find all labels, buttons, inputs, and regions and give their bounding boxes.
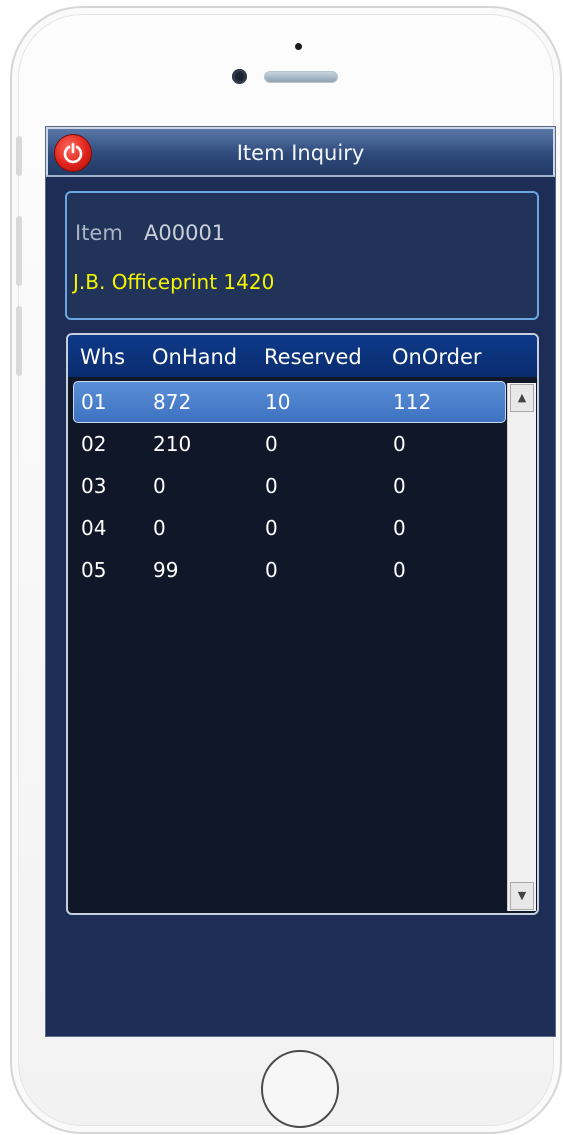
cell-onorder: 0 — [393, 558, 406, 582]
table-row[interactable]: 04 0 0 0 — [73, 508, 504, 548]
home-button[interactable] — [261, 1050, 339, 1128]
earpiece-speaker — [264, 71, 338, 83]
cell-onorder: 0 — [393, 432, 406, 456]
item-code: A00001 — [144, 221, 226, 245]
column-header-reserved[interactable]: Reserved — [264, 345, 362, 369]
title-bar: Item Inquiry — [46, 127, 555, 177]
phone-frame: Item Inquiry Item A00001 J.B. Officeprin… — [10, 6, 562, 1134]
cell-reserved: 0 — [265, 474, 278, 498]
cell-onhand: 0 — [153, 516, 166, 540]
scroll-down-arrow-icon[interactable]: ▼ — [510, 882, 534, 910]
cell-onorder: 112 — [393, 390, 432, 414]
cell-reserved: 0 — [265, 432, 278, 456]
table-row[interactable]: 03 0 0 0 — [73, 466, 504, 506]
sensor-dot — [295, 43, 302, 50]
cell-reserved: 0 — [265, 558, 278, 582]
scroll-up-arrow-icon[interactable]: ▲ — [510, 384, 534, 412]
cell-reserved: 10 — [265, 390, 291, 414]
warehouse-stock-table: Whs OnHand Reserved OnOrder 01 872 10 11… — [66, 333, 539, 915]
item-description: J.B. Officeprint 1420 — [73, 270, 275, 294]
column-header-onhand[interactable]: OnHand — [152, 345, 237, 369]
table-row[interactable]: 02 210 0 0 — [73, 424, 504, 464]
cell-onorder: 0 — [393, 516, 406, 540]
vertical-scrollbar[interactable]: ▲ ▼ — [507, 383, 536, 911]
table-header: Whs OnHand Reserved OnOrder — [68, 335, 537, 377]
table-row[interactable]: 01 872 10 112 — [73, 381, 506, 423]
front-camera-icon — [232, 69, 247, 84]
cell-onhand: 210 — [153, 432, 192, 456]
cell-whs: 01 — [81, 390, 107, 414]
mute-switch — [16, 136, 22, 176]
cell-whs: 04 — [81, 516, 107, 540]
cell-whs: 05 — [81, 558, 107, 582]
page-title: Item Inquiry — [236, 141, 365, 165]
column-header-onorder[interactable]: OnOrder — [392, 345, 482, 369]
cell-whs: 02 — [81, 432, 107, 456]
cell-onhand: 0 — [153, 474, 166, 498]
item-info-panel: Item A00001 J.B. Officeprint 1420 — [65, 191, 539, 320]
table-row[interactable]: 05 99 0 0 — [73, 550, 504, 590]
column-header-whs[interactable]: Whs — [80, 345, 125, 369]
app-screen: Item Inquiry Item A00001 J.B. Officeprin… — [45, 126, 556, 1037]
cell-reserved: 0 — [265, 516, 278, 540]
cell-whs: 03 — [81, 474, 107, 498]
cell-onhand: 99 — [153, 558, 179, 582]
volume-down-button — [16, 306, 22, 376]
cell-onhand: 872 — [153, 390, 192, 414]
item-label: Item — [75, 221, 123, 245]
volume-up-button — [16, 216, 22, 286]
cell-onorder: 0 — [393, 474, 406, 498]
